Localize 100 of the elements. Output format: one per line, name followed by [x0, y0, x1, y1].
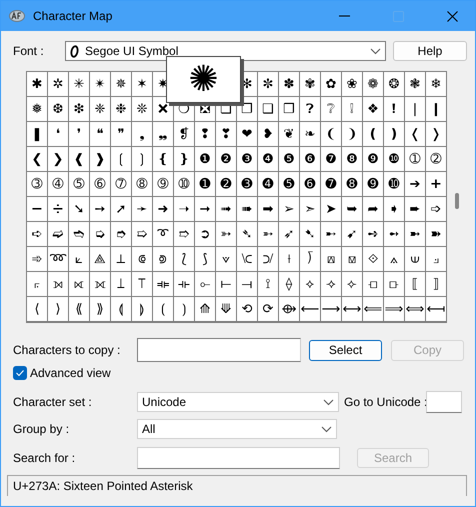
- character-cell[interactable]: ➚: [111, 197, 131, 221]
- character-cell[interactable]: ⟨: [27, 297, 47, 321]
- character-cell[interactable]: ⟘: [111, 272, 131, 296]
- character-cell[interactable]: ❞: [111, 122, 131, 146]
- character-cell[interactable]: ✴: [90, 72, 110, 96]
- character-cell[interactable]: ➜: [153, 197, 173, 221]
- character-cell[interactable]: ⟜: [195, 272, 215, 296]
- character-cell[interactable]: ➀: [405, 147, 425, 171]
- character-cell[interactable]: ➵: [258, 222, 278, 246]
- character-cell[interactable]: ❠: [153, 122, 173, 146]
- character-cell[interactable]: ➶: [279, 222, 299, 246]
- character-cell[interactable]: ❣: [216, 122, 236, 146]
- character-cell[interactable]: ❓: [300, 97, 320, 121]
- character-cell[interactable]: ➨: [405, 197, 425, 221]
- character-cell[interactable]: ⟌: [300, 247, 320, 271]
- character-cell[interactable]: ➺: [363, 222, 383, 246]
- character-cell[interactable]: ➤: [321, 197, 341, 221]
- character-cell[interactable]: ➈: [153, 172, 173, 196]
- character-cell[interactable]: ➢: [279, 197, 299, 221]
- character-cell[interactable]: ❮: [27, 147, 47, 171]
- character-cell[interactable]: ⟤: [363, 272, 383, 296]
- character-cell[interactable]: ⟏: [342, 247, 362, 271]
- search-field[interactable]: [137, 447, 340, 469]
- character-cell[interactable]: ⟓: [426, 247, 446, 271]
- character-cell[interactable]: ⟁: [90, 247, 110, 271]
- character-cell[interactable]: ⟯: [174, 297, 194, 321]
- character-cell[interactable]: ➍: [258, 172, 278, 196]
- character-cell[interactable]: ➰: [153, 222, 173, 246]
- character-cell[interactable]: ❛: [48, 122, 68, 146]
- character-cell[interactable]: ❔: [321, 97, 341, 121]
- character-cell[interactable]: ⟳: [258, 297, 278, 321]
- character-cell[interactable]: ❟: [132, 122, 152, 146]
- character-cell[interactable]: ➉: [174, 172, 194, 196]
- character-cell[interactable]: ❜: [69, 122, 89, 146]
- character-cell[interactable]: ❀: [342, 72, 362, 96]
- character-cell[interactable]: ⟻: [426, 297, 446, 321]
- character-cell[interactable]: ➇: [132, 172, 152, 196]
- scrollbar-thumb[interactable]: [455, 193, 459, 209]
- character-cell[interactable]: ➳: [216, 222, 236, 246]
- character-cell[interactable]: ✱: [27, 72, 47, 96]
- character-cell[interactable]: ➗: [48, 197, 68, 221]
- character-cell[interactable]: ❉: [111, 97, 131, 121]
- character-cell[interactable]: ⟭: [132, 297, 152, 321]
- character-cell[interactable]: ⟄: [153, 247, 173, 271]
- character-cell[interactable]: ⟹: [384, 297, 404, 321]
- character-cell[interactable]: ⟆: [195, 247, 215, 271]
- character-cell[interactable]: ⟸: [363, 297, 383, 321]
- character-cell[interactable]: ❁: [363, 72, 383, 96]
- characters-to-copy-field[interactable]: [137, 338, 301, 362]
- character-cell[interactable]: ❵: [174, 147, 194, 171]
- character-cell[interactable]: ➂: [27, 172, 47, 196]
- character-cell[interactable]: ⟬: [111, 297, 131, 321]
- character-cell[interactable]: ⟪: [69, 297, 89, 321]
- character-cell[interactable]: ⟛: [174, 272, 194, 296]
- character-cell[interactable]: ➙: [90, 197, 110, 221]
- character-cell[interactable]: ➸: [321, 222, 341, 246]
- character-cell[interactable]: ✾: [300, 72, 320, 96]
- character-cell[interactable]: ❝: [90, 122, 110, 146]
- character-cell[interactable]: ➣: [300, 197, 320, 221]
- character-cell[interactable]: ➾: [27, 247, 47, 271]
- character-cell[interactable]: ❱: [90, 147, 110, 171]
- character-cell[interactable]: ⟥: [384, 272, 404, 296]
- character-cell[interactable]: ❹: [258, 147, 278, 171]
- character-cell[interactable]: ⟑: [384, 247, 404, 271]
- group-by-dropdown[interactable]: All: [137, 419, 337, 439]
- character-cell[interactable]: ⟮: [153, 297, 173, 321]
- character-cell[interactable]: ❿: [384, 147, 404, 171]
- character-cell[interactable]: ✵: [111, 72, 131, 96]
- character-cell[interactable]: ⟚: [153, 272, 173, 296]
- character-cell[interactable]: ➩: [426, 197, 446, 221]
- character-cell[interactable]: ❂: [384, 72, 404, 96]
- character-cell[interactable]: ⟕: [48, 272, 68, 296]
- character-cell[interactable]: ❬: [405, 122, 425, 146]
- character-cell[interactable]: ❄: [426, 72, 446, 96]
- character-cell[interactable]: ❰: [69, 147, 89, 171]
- character-cell[interactable]: ❯: [48, 147, 68, 171]
- character-cell[interactable]: ❫: [384, 122, 404, 146]
- character-cell[interactable]: ❈: [90, 97, 110, 121]
- character-cell[interactable]: ➿: [48, 247, 68, 271]
- character-cell[interactable]: ⟐: [363, 247, 383, 271]
- character-cell[interactable]: ❖: [363, 97, 383, 121]
- go-to-unicode-field[interactable]: [426, 391, 462, 413]
- character-cell[interactable]: ❚: [27, 122, 47, 146]
- character-cell[interactable]: ❶: [195, 147, 215, 171]
- character-cell[interactable]: ❺: [279, 147, 299, 171]
- character-cell[interactable]: ⟲: [237, 297, 257, 321]
- character-cell[interactable]: ➑: [342, 172, 362, 196]
- character-cell[interactable]: ❗: [384, 97, 404, 121]
- character-cell[interactable]: ⟙: [132, 272, 152, 296]
- character-cell[interactable]: ❆: [48, 97, 68, 121]
- character-cell[interactable]: ❦: [279, 122, 299, 146]
- character-cell[interactable]: ➔: [405, 172, 425, 196]
- font-dropdown[interactable]: Segoe UI Symbol: [65, 41, 386, 61]
- character-cell[interactable]: ❽: [342, 147, 362, 171]
- character-cell[interactable]: ➪: [27, 222, 47, 246]
- character-cell[interactable]: ➃: [48, 172, 68, 196]
- character-cell[interactable]: ➱: [174, 222, 194, 246]
- character-cell[interactable]: ⟞: [237, 272, 257, 296]
- character-cell[interactable]: ➏: [300, 172, 320, 196]
- character-cell[interactable]: ➋: [216, 172, 236, 196]
